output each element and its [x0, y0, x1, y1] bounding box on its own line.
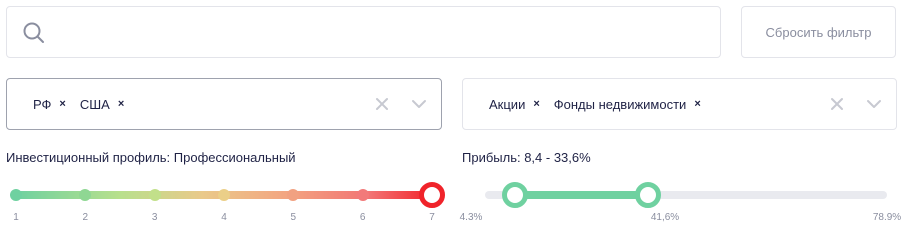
chip-label: Фонды недвижимости [553, 96, 687, 112]
profile-slider-handle[interactable] [419, 182, 445, 208]
profile-step-dot[interactable] [79, 189, 92, 201]
profile-step-dot[interactable] [148, 189, 161, 201]
chip-remove-icon[interactable]: × [533, 98, 539, 110]
chevron-down-icon[interactable] [866, 96, 882, 112]
clear-icon[interactable] [375, 97, 389, 111]
chip-remove-icon[interactable]: × [59, 98, 65, 110]
clear-icon[interactable] [830, 97, 844, 111]
profile-step-label: 3 [151, 212, 158, 223]
profile-step-label: 5 [290, 212, 297, 223]
chip-label: Акции [489, 96, 526, 112]
profile-step-dot[interactable] [356, 189, 369, 201]
profile-step-label: 2 [82, 212, 89, 223]
profile-step-label: 4 [221, 212, 227, 223]
profit-low-handle[interactable] [501, 182, 528, 208]
search-input[interactable] [59, 7, 709, 57]
profile-step-label: 7 [429, 212, 435, 223]
investment-profile-slider[interactable]: 1 2 3 4 5 6 7 [6, 178, 446, 238]
chip-remove-icon[interactable]: × [694, 98, 700, 110]
search-box[interactable] [6, 6, 721, 58]
profile-step-dot[interactable] [287, 189, 300, 201]
search-icon [23, 22, 44, 43]
investment-profile-label: Инвестиционный профиль: Профессиональный [6, 150, 296, 165]
country-select[interactable]: РФ × США × [6, 78, 442, 130]
profile-step-dot[interactable] [10, 189, 22, 201]
profit-tick-label: 41,6% [650, 212, 680, 223]
chip-stocks: Акции × [489, 97, 540, 112]
profile-step-label: 1 [13, 212, 19, 223]
profit-tick-label: 78.9% [872, 212, 902, 223]
chip-remove-icon[interactable]: × [118, 98, 124, 110]
profit-track-fill [514, 191, 648, 199]
profit-tick-label: 4.3% [459, 212, 483, 223]
chip-label: РФ [33, 96, 52, 112]
profile-step-dot[interactable] [218, 189, 230, 201]
profit-high-handle[interactable] [634, 182, 661, 208]
chip-usa: США × [80, 97, 124, 112]
profile-step-label: 6 [359, 212, 366, 223]
chip-real-estate-funds: Фонды недвижимости × [554, 97, 701, 112]
profit-label: Прибыль: 8,4 - 33,6% [462, 150, 591, 165]
profit-range-slider[interactable]: 4.3% 41,6% 78.9% [455, 178, 905, 238]
chevron-down-icon[interactable] [411, 96, 427, 112]
asset-type-select[interactable]: Акции × Фонды недвижимости × [462, 78, 897, 130]
reset-filter-button[interactable]: Сбросить фильтр [741, 6, 896, 58]
chip-label: США [79, 96, 110, 112]
chip-rf: РФ × [33, 97, 66, 112]
